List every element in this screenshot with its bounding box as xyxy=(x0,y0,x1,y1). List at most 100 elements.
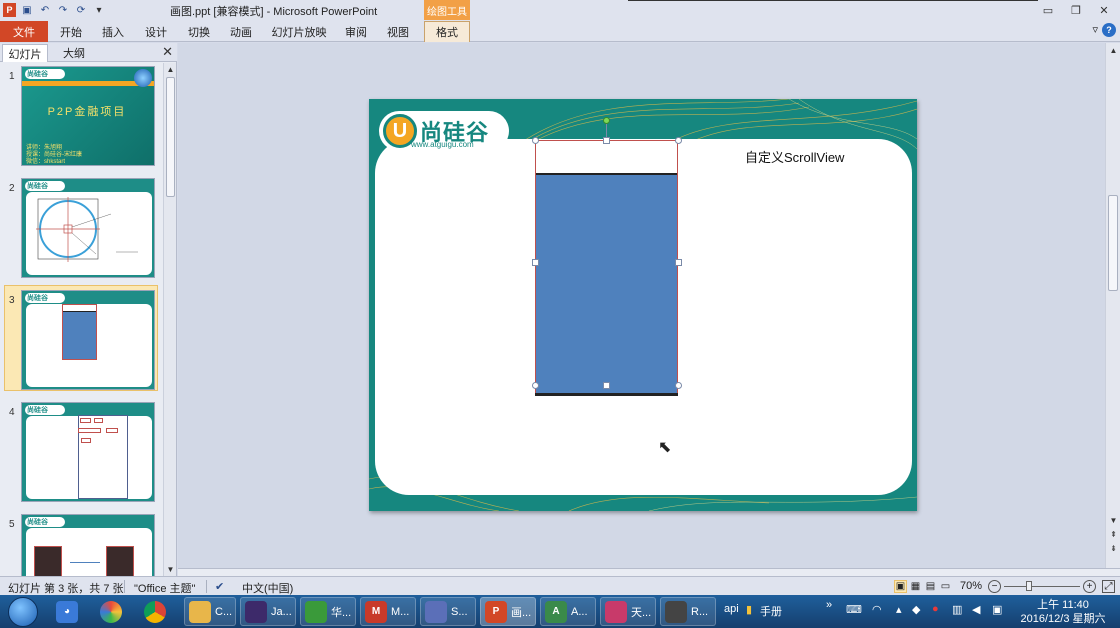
tab-design[interactable]: 设计 xyxy=(139,23,173,40)
reading-view-icon[interactable]: ▤ xyxy=(924,580,937,593)
repeat-icon[interactable]: ⟳ xyxy=(74,3,88,17)
taskbar-item-3[interactable]: 华... xyxy=(300,597,356,626)
taskbar-item-6[interactable]: P 画... xyxy=(480,597,536,626)
slide-heading[interactable]: 自定义ScrollView xyxy=(745,147,844,166)
selected-shape[interactable] xyxy=(535,140,678,396)
scrollview-header-rect[interactable] xyxy=(536,141,677,175)
action-center-icon[interactable]: ▣ xyxy=(992,603,1002,616)
dolphin-icon xyxy=(425,600,447,623)
taskbar-item-8[interactable]: 天... xyxy=(600,597,656,626)
tab-file[interactable]: 文件 xyxy=(0,21,48,42)
powerpoint-app-icon[interactable]: P xyxy=(3,3,16,17)
ribbon-minimize-icon[interactable]: ▿ xyxy=(1092,23,1098,36)
zoom-slider-knob[interactable] xyxy=(1026,581,1032,591)
notes-pane[interactable] xyxy=(178,568,1120,576)
panel-scrollbar[interactable]: ▲ ▼ xyxy=(163,63,176,576)
resize-handle-top-right[interactable] xyxy=(675,137,682,144)
spellcheck-icon[interactable]: ✔ xyxy=(215,580,224,593)
slide-thumbnail-3[interactable]: 3 尚硅谷 xyxy=(0,285,163,399)
taskbar-item-4[interactable]: M M... xyxy=(360,597,416,626)
redo-icon[interactable]: ↷ xyxy=(56,3,70,17)
start-button[interactable] xyxy=(8,597,38,627)
theme-name[interactable]: "Office 主题" xyxy=(134,580,195,596)
fit-to-window-icon[interactable]: ⤢ xyxy=(1102,580,1115,593)
previous-slide-icon[interactable]: ⇞ xyxy=(1108,529,1119,540)
slide-canvas[interactable]: U 尚硅谷 www.atguigu.com 自定义ScrollView xyxy=(369,99,917,511)
close-icon[interactable]: ✕ xyxy=(1094,2,1114,18)
resize-handle-top-left[interactable] xyxy=(532,137,539,144)
scroll-down-icon[interactable]: ▼ xyxy=(165,564,176,575)
editor-scrollbar[interactable]: ▲ ▼ ⇞ ⇟ xyxy=(1105,43,1120,568)
slide-thumbnail-4[interactable]: 4 尚硅谷 xyxy=(0,399,163,511)
pinned-app[interactable]: ◕ xyxy=(52,597,82,626)
taskbar-item-2[interactable]: Ja... xyxy=(240,597,296,626)
keyboard-icon[interactable]: ⌨ xyxy=(846,603,862,616)
resize-handle-bottom[interactable] xyxy=(603,382,610,389)
tab-outline[interactable]: 大纲 xyxy=(50,44,98,62)
scroll-down-icon[interactable]: ▼ xyxy=(1108,515,1119,526)
tab-slides[interactable]: 幻灯片 xyxy=(2,44,48,62)
record-icon[interactable]: ● xyxy=(932,603,939,615)
close-panel-icon[interactable]: ✕ xyxy=(162,44,173,60)
language-indicator[interactable]: 中文(中国) xyxy=(242,580,293,596)
zoom-in-icon[interactable]: + xyxy=(1083,580,1096,593)
rotate-handle[interactable] xyxy=(603,117,610,124)
clock[interactable]: 上午 11:40 2016/12/3 星期六 xyxy=(1020,598,1106,626)
scrollbar-thumb[interactable] xyxy=(166,77,175,197)
slide-number: 5 xyxy=(9,519,15,530)
zoom-slider[interactable] xyxy=(1004,586,1080,587)
slide-thumbnail-1[interactable]: 1 尚硅谷 P2P金融项目 讲师：朱旭翔 授课：尚硅谷-宋红康 微信：shkst… xyxy=(0,63,163,175)
tab-format[interactable]: 格式 xyxy=(424,21,470,42)
save-icon[interactable]: ▣ xyxy=(20,3,34,17)
tab-review[interactable]: 审阅 xyxy=(339,23,373,40)
show-hidden-icons[interactable]: ▴ xyxy=(896,603,902,616)
next-slide-icon[interactable]: ⇟ xyxy=(1108,543,1119,554)
slide-editor: U 尚硅谷 www.atguigu.com 自定义ScrollView ⬉ xyxy=(178,43,1105,568)
resize-handle-right[interactable] xyxy=(675,259,682,266)
pinned-app[interactable] xyxy=(96,597,126,626)
api-toolbar[interactable]: api xyxy=(724,603,739,615)
resize-handle-bottom-right[interactable] xyxy=(675,382,682,389)
zoom-out-icon[interactable]: − xyxy=(988,580,1001,593)
restore-icon[interactable]: ❐ xyxy=(1066,2,1086,18)
taskbar-item-9[interactable]: R... xyxy=(660,597,716,626)
taskbar-item-5[interactable]: S... xyxy=(420,597,476,626)
manual-folder-icon[interactable]: ▮ xyxy=(746,603,752,616)
slide-thumbnail-image: 尚硅谷 xyxy=(21,402,155,502)
help-icon[interactable]: ? xyxy=(1102,23,1116,37)
undo-icon[interactable]: ↶ xyxy=(38,3,52,17)
slide-thumbnail-5[interactable]: 5 尚硅谷 xyxy=(0,511,163,576)
zoom-level[interactable]: 70% xyxy=(960,580,982,592)
tray-app-icon[interactable]: ◆ xyxy=(912,603,920,616)
network-icon[interactable]: ▥ xyxy=(952,603,962,616)
slideshow-icon[interactable]: ▭ xyxy=(939,580,952,593)
taskbar-item-label: S... xyxy=(451,605,468,618)
scroll-up-icon[interactable]: ▲ xyxy=(165,64,176,75)
wifi-icon[interactable]: ◠ xyxy=(872,603,882,616)
circle-diagram xyxy=(36,197,138,262)
tab-home[interactable]: 开始 xyxy=(54,23,88,40)
resize-handle-top[interactable] xyxy=(603,137,610,144)
resize-handle-left[interactable] xyxy=(532,259,539,266)
slide-sorter-icon[interactable]: ▦ xyxy=(909,580,922,593)
manual-toolbar[interactable]: 手册 xyxy=(760,603,782,619)
customize-icon[interactable]: ▾ xyxy=(92,3,106,17)
tab-transitions[interactable]: 切换 xyxy=(182,23,216,40)
pinned-app[interactable] xyxy=(140,597,170,626)
scrollview-content-rect[interactable] xyxy=(536,175,677,395)
scroll-up-icon[interactable]: ▲ xyxy=(1108,45,1119,56)
normal-view-icon[interactable]: ▣ xyxy=(894,580,907,593)
tab-slideshow[interactable]: 幻灯片放映 xyxy=(268,23,330,40)
taskbar-item-1[interactable]: C... xyxy=(184,597,236,626)
toolbar-overflow-icon[interactable]: » xyxy=(826,599,832,611)
scrollbar-thumb[interactable] xyxy=(1108,195,1118,291)
slide-thumbnail-2[interactable]: 2 尚硅谷 xyxy=(0,175,163,287)
volume-icon[interactable]: ◀ xyxy=(972,603,980,616)
resize-handle-bottom-left[interactable] xyxy=(532,382,539,389)
tab-view[interactable]: 视图 xyxy=(381,23,415,40)
tab-animations[interactable]: 动画 xyxy=(224,23,258,40)
slides-panel: 幻灯片 大纲 ✕ 1 尚硅谷 P2P金融项目 讲师：朱旭翔 授课：尚硅谷-宋红康… xyxy=(0,43,177,576)
tab-insert[interactable]: 插入 xyxy=(96,23,130,40)
taskbar-item-7[interactable]: A A... xyxy=(540,597,596,626)
minimize-icon[interactable]: ▭ xyxy=(1038,2,1058,18)
